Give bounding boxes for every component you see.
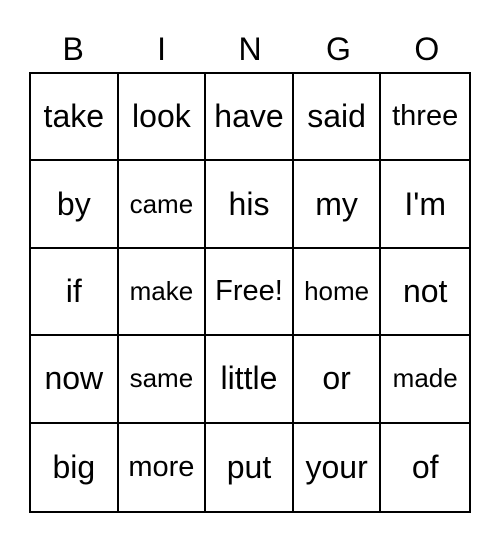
- bingo-cell[interactable]: home: [293, 248, 382, 337]
- bingo-cell[interactable]: more: [119, 423, 207, 511]
- bingo-cell[interactable]: made: [381, 336, 469, 424]
- header-letter-b: B: [62, 31, 84, 67]
- bingo-cell[interactable]: big: [31, 423, 119, 511]
- header-letter-i: I: [157, 31, 167, 67]
- bingo-cell[interactable]: not: [381, 249, 469, 337]
- bingo-card-grid: take look have said three by came his my…: [29, 72, 471, 513]
- bingo-cell[interactable]: your: [294, 423, 382, 511]
- bingo-cell[interactable]: by: [31, 161, 119, 249]
- bingo-header: B I N G O: [29, 28, 471, 70]
- bingo-cell[interactable]: said: [293, 74, 382, 162]
- bingo-cell[interactable]: have: [206, 74, 294, 162]
- bingo-cell[interactable]: put: [206, 423, 294, 511]
- bingo-cell[interactable]: his: [206, 161, 294, 249]
- bingo-cell[interactable]: make: [118, 248, 207, 337]
- header-letter-n: N: [238, 31, 262, 67]
- bingo-cell[interactable]: same: [118, 336, 207, 424]
- bingo-cell[interactable]: or: [293, 336, 382, 424]
- bingo-cell[interactable]: came: [118, 161, 207, 249]
- bingo-cell[interactable]: I'm: [381, 161, 469, 249]
- bingo-cell[interactable]: my: [293, 161, 382, 249]
- bingo-cell[interactable]: if: [31, 248, 119, 337]
- bingo-cell[interactable]: look: [118, 74, 207, 162]
- bingo-cell[interactable]: three: [381, 74, 469, 162]
- header-letter-o: O: [414, 31, 440, 67]
- bingo-cell[interactable]: take: [31, 74, 119, 162]
- header-letter-g: G: [325, 31, 351, 67]
- free-space-cell[interactable]: Free!: [206, 248, 294, 337]
- bingo-cell[interactable]: now: [31, 336, 119, 424]
- bingo-cell[interactable]: of: [381, 424, 469, 511]
- bingo-cell[interactable]: little: [206, 336, 294, 424]
